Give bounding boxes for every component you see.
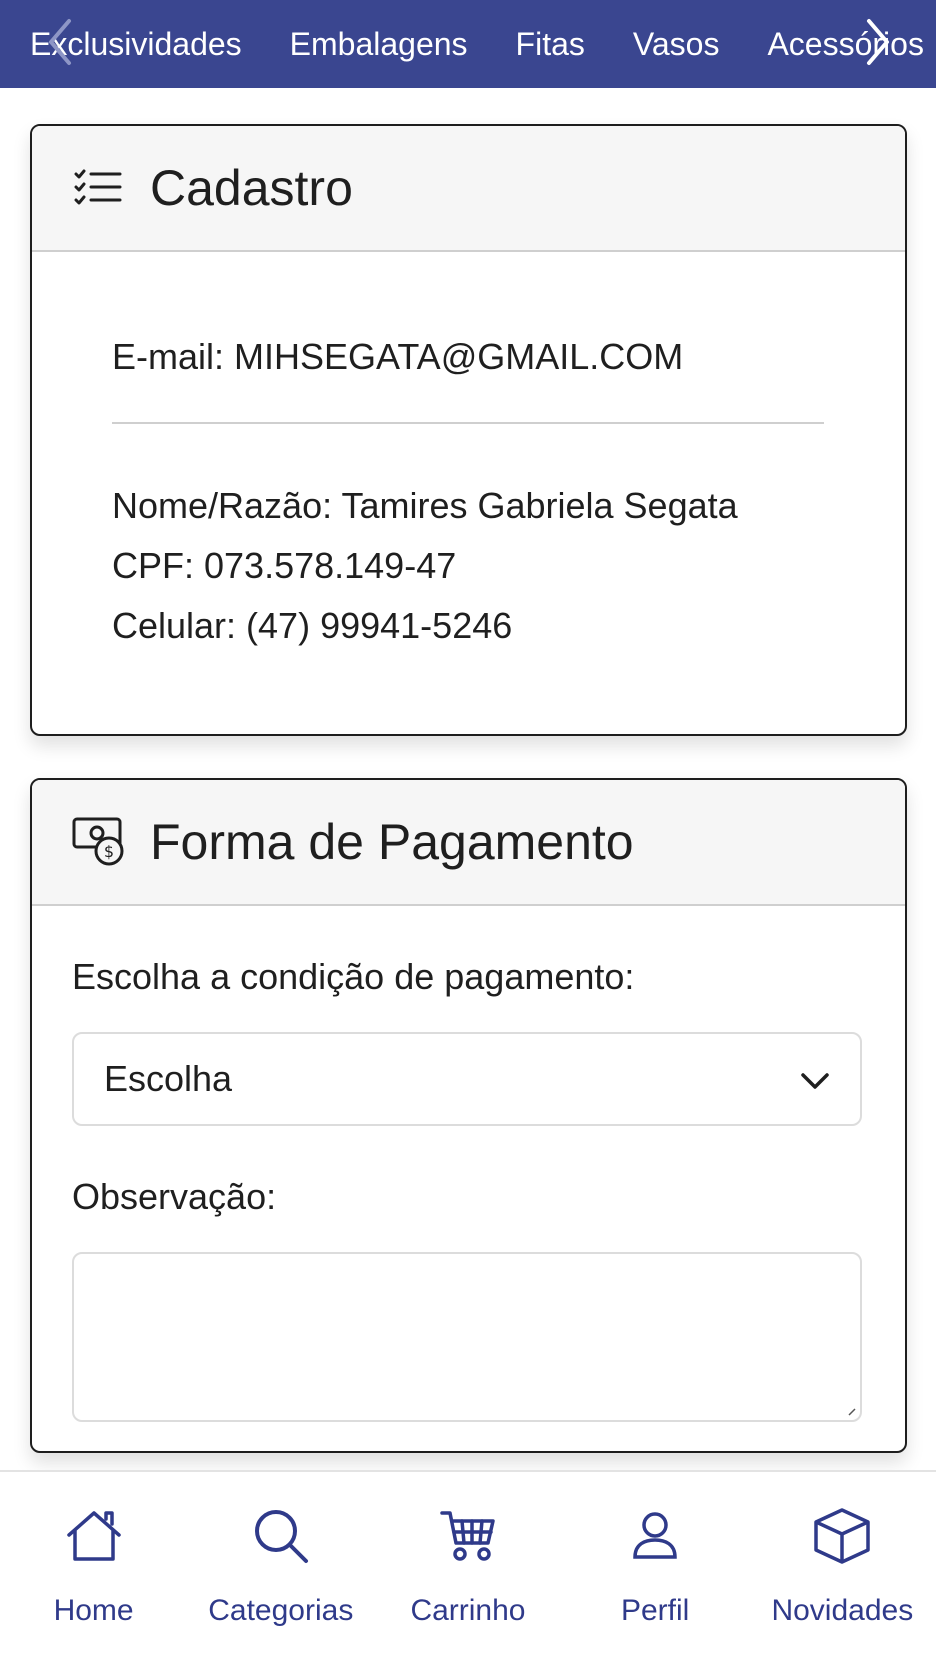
nav-carrinho[interactable]: Carrinho: [378, 1504, 558, 1628]
nav-categorias-label: Categorias: [208, 1594, 354, 1627]
box-icon: [810, 1504, 874, 1568]
cart-icon: [436, 1504, 500, 1568]
payment-condition-value: Escolha: [104, 1058, 233, 1099]
category-vasos[interactable]: Vasos: [633, 26, 720, 63]
chevron-left-icon[interactable]: [40, 14, 80, 70]
resize-handle-icon[interactable]: [848, 1408, 856, 1416]
nav-perfil-label: Perfil: [620, 1594, 690, 1627]
cadastro-card: Cadastro E-mail: MIHSEGATA@GMAIL.COM Nom…: [30, 124, 907, 736]
payment-condition-label: Escolha a condição de pagamento:: [72, 956, 635, 997]
home-icon: [62, 1504, 126, 1568]
user-icon: [623, 1504, 687, 1568]
payment-body: Escolha a condição de pagamento: Escolha…: [32, 906, 905, 1422]
name-text: Nome/Razão: Tamires Gabriela Segata: [112, 485, 738, 526]
category-acessorios[interactable]: Acessórios: [767, 26, 924, 63]
cadastro-header: Cadastro: [32, 126, 905, 252]
nav-home[interactable]: Home: [4, 1504, 184, 1628]
observation-textarea[interactable]: [72, 1252, 862, 1422]
checkout-page: Exclusividades Embalagens Fitas Vasos Ac…: [0, 0, 936, 1658]
search-icon: [249, 1504, 313, 1568]
category-nav: Exclusividades Embalagens Fitas Vasos Ac…: [0, 0, 936, 88]
nav-novidades-label: Novidades: [771, 1594, 914, 1627]
checklist-icon: [72, 161, 126, 215]
cadastro-title: Cadastro: [150, 160, 353, 216]
payment-title: Forma de Pagamento: [150, 814, 634, 870]
category-fitas[interactable]: Fitas: [516, 26, 585, 63]
email-text: E-mail: MIHSEGATA@GMAIL.COM: [112, 336, 684, 377]
observation-label: Observação:: [72, 1176, 277, 1217]
nav-categorias[interactable]: Categorias: [191, 1504, 371, 1628]
payment-card: $ Forma de Pagamento Escolha a condição …: [30, 778, 907, 1453]
payment-condition-select[interactable]: Escolha: [72, 1032, 862, 1126]
category-list: Exclusividades Embalagens Fitas Vasos Ac…: [0, 26, 924, 63]
divider: [112, 422, 824, 424]
svg-text:$: $: [104, 842, 114, 861]
nav-carrinho-label: Carrinho: [410, 1594, 526, 1627]
nav-home-label: Home: [53, 1594, 134, 1627]
nav-novidades[interactable]: Novidades: [752, 1504, 932, 1628]
money-icon: $: [72, 815, 126, 869]
cpf-text: CPF: 073.578.149-47: [112, 545, 457, 586]
chevron-right-icon[interactable]: [858, 14, 898, 70]
bottom-nav: Home Categorias Carrinho Perfil Novidade…: [0, 1470, 936, 1658]
chevron-down-icon: [800, 1058, 830, 1100]
nav-perfil[interactable]: Perfil: [565, 1504, 745, 1628]
payment-header: $ Forma de Pagamento: [32, 780, 905, 906]
phone-text: Celular: (47) 99941-5246: [112, 605, 513, 646]
category-embalagens[interactable]: Embalagens: [290, 26, 468, 63]
cadastro-body: E-mail: MIHSEGATA@GMAIL.COM Nome/Razão: …: [32, 252, 905, 656]
